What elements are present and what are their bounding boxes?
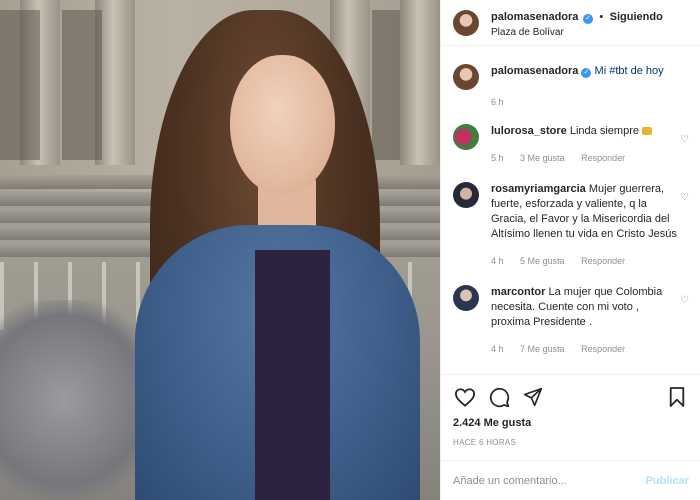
author-avatar[interactable]	[453, 9, 479, 36]
add-comment-bar: Publicar	[441, 460, 700, 500]
emoji-icon	[642, 127, 653, 135]
comment-time: 5 h	[491, 153, 504, 163]
comment-icon[interactable]	[487, 385, 511, 409]
bookmark-icon[interactable]	[665, 385, 689, 409]
likes-count[interactable]: 2.424 Me gusta	[453, 417, 689, 429]
caption-text: Mi #tbt de hoy	[594, 65, 664, 77]
comment-time: 4 h	[491, 344, 504, 354]
comment-likes[interactable]: 3 Me gusta	[520, 153, 565, 163]
heart-icon[interactable]: ♡	[680, 295, 689, 306]
heart-icon[interactable]: ♡	[680, 134, 689, 145]
list-item: lulorosa_store Linda siempre 5 h 3 Me gu…	[441, 124, 700, 166]
separator-dot: •	[599, 10, 604, 23]
author-username[interactable]: palomasenadora	[491, 11, 578, 23]
reply-button[interactable]: Responder	[581, 344, 625, 354]
comment-likes[interactable]: 7 Me gusta	[520, 344, 565, 354]
caption-username[interactable]: palomasenadora	[491, 65, 578, 77]
comment-text: Linda siempre	[569, 125, 639, 137]
list-item: marcontor La mujer que Colombia necesita…	[441, 285, 700, 357]
reply-button[interactable]: Responder	[581, 153, 625, 163]
comment-time: 4 h	[491, 256, 504, 266]
comments-list[interactable]: palomasenadora ✓ Mi #tbt de hoy 6 h lulo…	[441, 56, 700, 374]
location-link[interactable]: Plaza de Bolívar	[491, 26, 663, 39]
reply-button[interactable]: Responder	[581, 256, 625, 266]
commenter-avatar[interactable]	[453, 285, 479, 311]
comment-username[interactable]: rosamyriamgarcia	[491, 183, 586, 195]
post-timestamp: HACE 6 HORAS	[453, 438, 517, 447]
person-face	[230, 55, 335, 195]
heart-icon[interactable]	[453, 385, 477, 409]
verified-badge-icon: ✓	[581, 68, 592, 78]
caption-time: 6 h	[491, 97, 504, 107]
list-item: rosamyriamgarcia Mujer guerrera, fuerte,…	[441, 182, 700, 269]
commenter-avatar[interactable]	[453, 182, 479, 208]
post-comment-button[interactable]: Publicar	[646, 475, 689, 487]
comment-username[interactable]: marcontor	[491, 286, 545, 298]
post-header: palomasenadora ✓ • Siguiendo Plaza de Bo…	[441, 0, 700, 46]
post-photo[interactable]	[0, 0, 440, 500]
comment-input[interactable]	[453, 474, 643, 487]
verified-badge-icon: ✓	[582, 13, 593, 24]
follow-status-button[interactable]: Siguiendo	[610, 11, 663, 23]
comment-username[interactable]: lulorosa_store	[491, 125, 567, 137]
post-sidebar: palomasenadora ✓ • Siguiendo Plaza de Bo…	[440, 0, 700, 500]
heart-icon[interactable]: ♡	[680, 192, 689, 203]
comment-likes[interactable]: 5 Me gusta	[520, 256, 565, 266]
share-icon[interactable]	[521, 385, 545, 409]
caption: palomasenadora ✓ Mi #tbt de hoy 6 h	[441, 64, 700, 110]
caption-avatar[interactable]	[453, 64, 479, 90]
commenter-avatar[interactable]	[453, 124, 479, 150]
post-actions: 2.424 Me gusta HACE 6 HORAS	[441, 374, 700, 447]
